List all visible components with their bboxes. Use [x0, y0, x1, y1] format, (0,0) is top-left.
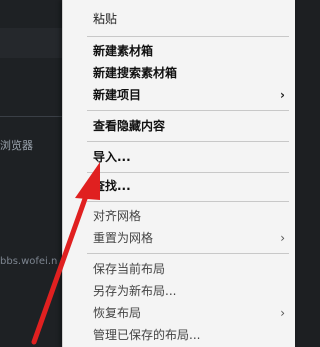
menu-separator	[87, 36, 289, 37]
menu-item-label: 导入...	[93, 150, 131, 164]
menu-item-label: 新建素材箱	[93, 44, 154, 58]
menu-item-label: 查找...	[93, 179, 131, 193]
menu-item-align-grid[interactable]: 对齐网格	[63, 205, 295, 227]
menu-item-label: 粘贴	[93, 12, 118, 26]
context-menu: 粘贴 新建素材箱 新建搜索素材箱 新建项目 › 查看隐藏内容 导入... 查找.…	[62, 0, 295, 347]
menu-item-save-layout[interactable]: 保存当前布局	[63, 258, 295, 280]
watermark-text: bbs.wofei.n	[0, 256, 58, 267]
menu-item-new-item[interactable]: 新建项目 ›	[63, 84, 295, 106]
menu-item-paste[interactable]: 粘贴	[63, 8, 295, 30]
menu-item-label: 重置为网格	[93, 231, 154, 245]
menu-item-label: 对齐网格	[93, 209, 142, 223]
menu-item-save-new-layout[interactable]: 另存为新布局...	[63, 280, 295, 302]
chevron-right-icon: ›	[280, 231, 285, 245]
menu-item-restore-layout[interactable]: 恢复布局 ›	[63, 302, 295, 324]
menu-item-label: 恢复布局	[93, 306, 142, 320]
menu-separator	[87, 141, 289, 142]
menu-item-new-search-bin[interactable]: 新建搜索素材箱	[63, 62, 295, 84]
menu-item-label: 新建项目	[93, 88, 142, 102]
panel-label-browser: 浏览器	[0, 139, 33, 152]
menu-item-label: 另存为新布局...	[93, 284, 177, 298]
menu-item-label: 管理已保存的布局...	[93, 328, 201, 342]
chevron-right-icon: ›	[280, 88, 285, 102]
panel-divider	[0, 116, 62, 117]
menu-item-manage-layouts[interactable]: 管理已保存的布局...	[63, 324, 295, 346]
menu-item-view-hidden[interactable]: 查看隐藏内容	[63, 115, 295, 137]
menu-separator	[87, 172, 289, 173]
menu-item-find[interactable]: 查找...	[63, 175, 295, 197]
menu-separator	[87, 201, 289, 202]
menu-item-new-bin[interactable]: 新建素材箱	[63, 40, 295, 62]
chevron-right-icon: ›	[280, 306, 285, 320]
panel-header	[0, 28, 62, 58]
menu-item-label: 查看隐藏内容	[93, 119, 166, 133]
menu-item-reset-grid[interactable]: 重置为网格 ›	[63, 227, 295, 249]
menu-separator	[87, 253, 289, 254]
menu-item-label: 保存当前布局	[93, 262, 166, 276]
menu-item-import[interactable]: 导入...	[63, 146, 295, 168]
menu-item-label: 新建搜索素材箱	[93, 66, 178, 80]
menu-separator	[87, 110, 289, 111]
